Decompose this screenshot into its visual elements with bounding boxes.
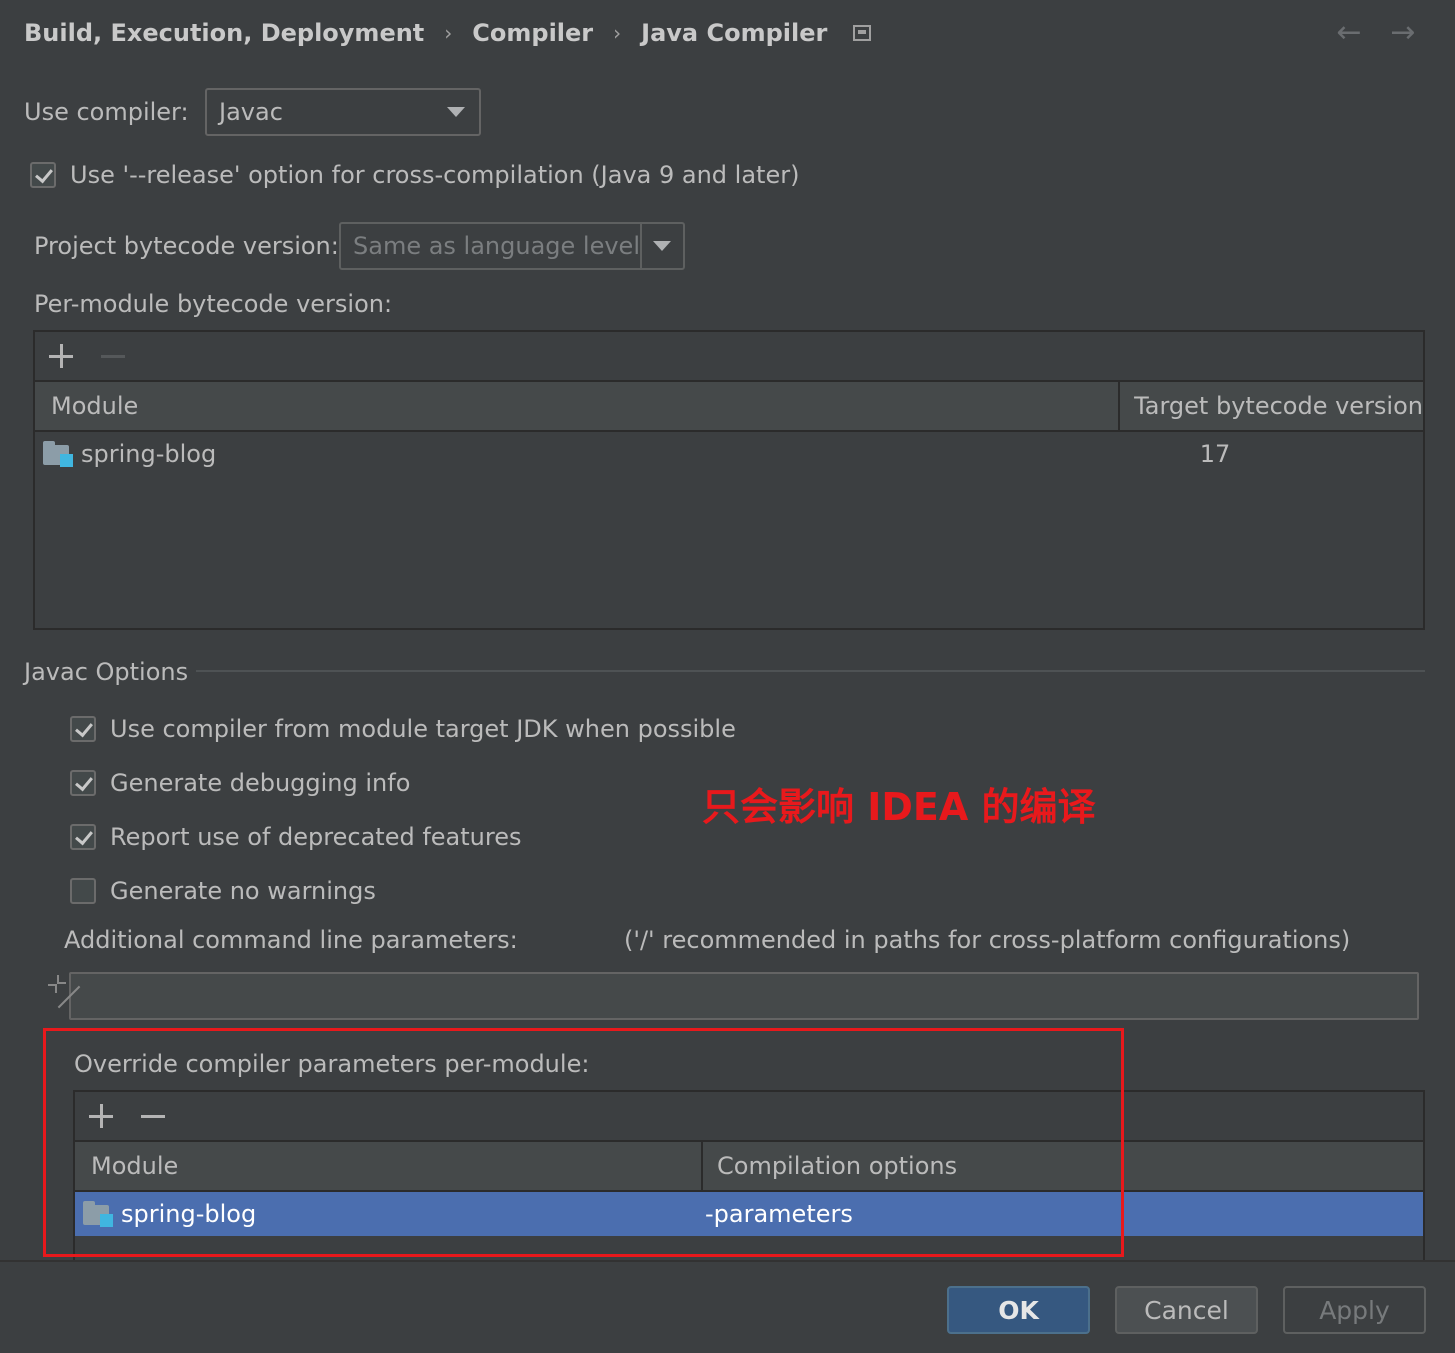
table-row[interactable]: spring-blog 17: [35, 432, 1423, 476]
dialog-footer: OK Cancel Apply: [0, 1260, 1455, 1353]
module-folder-icon: [43, 441, 73, 467]
no-warnings-label: Generate no warnings: [110, 877, 376, 905]
column-header-target-bytecode[interactable]: Target bytecode version: [1118, 382, 1423, 430]
breadcrumb-separator: ›: [444, 21, 453, 45]
no-warnings-checkbox[interactable]: [70, 878, 96, 904]
debug-info-checkbox[interactable]: [70, 770, 96, 796]
chevron-down-icon: [447, 107, 465, 117]
ok-button[interactable]: OK: [947, 1286, 1090, 1334]
add-icon[interactable]: [49, 344, 73, 368]
javac-options-title: Javac Options: [24, 658, 189, 686]
project-bytecode-value: Same as language level: [353, 232, 640, 260]
breadcrumb-separator: ›: [613, 21, 622, 45]
cancel-button[interactable]: Cancel: [1115, 1286, 1258, 1334]
breadcrumb-item-java-compiler: Java Compiler: [641, 19, 828, 47]
deprecated-label: Report use of deprecated features: [110, 823, 522, 851]
deprecated-checkbox[interactable]: [70, 824, 96, 850]
checkbox-row-no-warnings[interactable]: Generate no warnings: [70, 874, 376, 908]
target-version: 17: [1199, 440, 1231, 468]
remove-icon: [101, 344, 125, 368]
debug-info-label: Generate debugging info: [110, 769, 411, 797]
chevron-down-icon[interactable]: [642, 241, 683, 251]
release-option-checkbox[interactable]: [30, 162, 56, 188]
checkbox-row-target-jdk[interactable]: Use compiler from module target JDK when…: [70, 712, 736, 746]
per-module-label: Per-module bytecode version:: [34, 290, 393, 318]
annotation-highlight-box: [43, 1028, 1124, 1257]
additional-params-hint: ('/' recommended in paths for cross-plat…: [624, 926, 1351, 954]
breadcrumb: Build, Execution, Deployment › Compiler …: [24, 16, 872, 50]
apply-button: Apply: [1283, 1286, 1426, 1334]
additional-params-label: Additional command line parameters:: [64, 926, 518, 954]
per-module-table: Module Target bytecode version spring-bl…: [33, 330, 1425, 630]
module-name: spring-blog: [81, 440, 217, 468]
column-header-module[interactable]: Module: [35, 382, 1118, 430]
annotation-text: 只会影响 IDEA 的编译: [702, 785, 1096, 829]
breadcrumb-item-build[interactable]: Build, Execution, Deployment: [24, 19, 424, 47]
target-jdk-label: Use compiler from module target JDK when…: [110, 715, 736, 743]
checkbox-row-debug-info[interactable]: Generate debugging info: [70, 766, 410, 800]
use-compiler-label: Use compiler:: [24, 98, 189, 126]
per-module-toolbar: [35, 332, 1423, 382]
section-separator: [196, 670, 1425, 672]
project-scope-icon: [853, 25, 872, 41]
project-bytecode-dropdown[interactable]: Same as language level: [339, 222, 685, 270]
checkbox-row-deprecated[interactable]: Report use of deprecated features: [70, 820, 522, 854]
breadcrumb-item-compiler[interactable]: Compiler: [472, 19, 593, 47]
release-option-label: Use '--release' option for cross-compila…: [70, 161, 800, 189]
use-compiler-dropdown[interactable]: Javac: [205, 88, 481, 136]
use-compiler-value: Javac: [219, 98, 283, 126]
forward-arrow-icon[interactable]: →: [1386, 16, 1420, 50]
back-arrow-icon[interactable]: ←: [1332, 16, 1366, 50]
target-jdk-checkbox[interactable]: [70, 716, 96, 742]
table-header: Module Target bytecode version: [35, 382, 1423, 432]
additional-params-input[interactable]: [48, 972, 1419, 1020]
release-option-row[interactable]: Use '--release' option for cross-compila…: [30, 158, 799, 192]
project-bytecode-label: Project bytecode version:: [34, 232, 339, 260]
